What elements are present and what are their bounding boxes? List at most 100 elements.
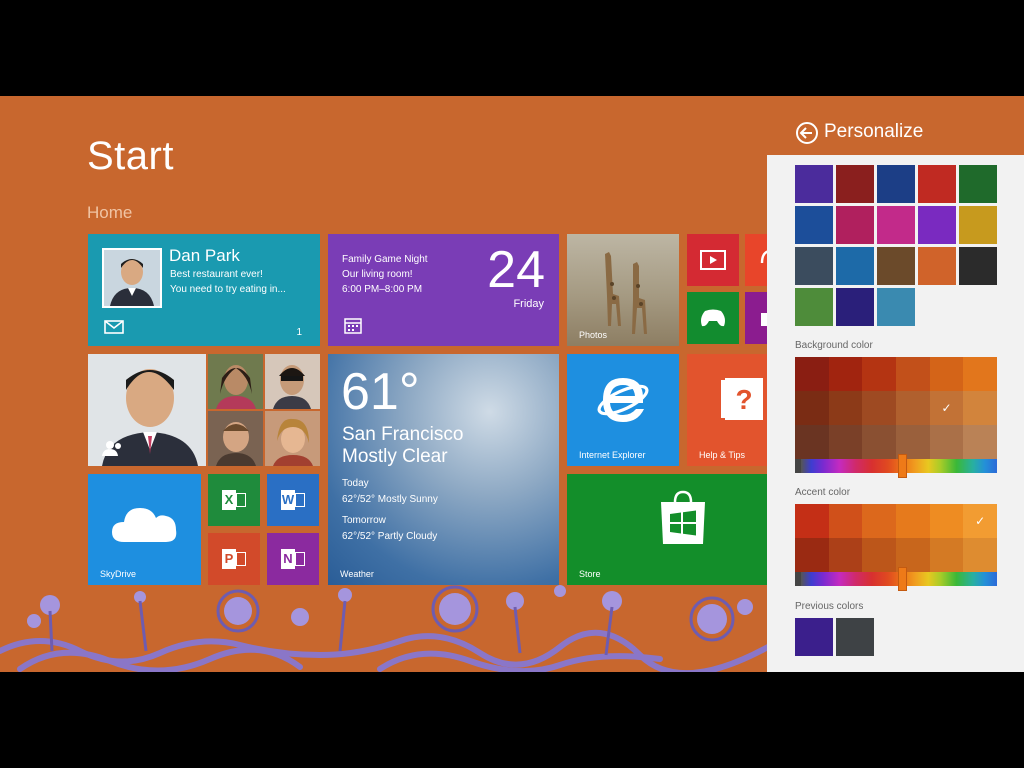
avatar	[102, 248, 162, 308]
accent-hue-slider[interactable]	[795, 572, 997, 586]
word-tile[interactable]: W	[267, 474, 319, 526]
pattern-option[interactable]	[795, 206, 833, 244]
pattern-option[interactable]	[877, 288, 915, 326]
color-swatch[interactable]	[828, 425, 863, 459]
pattern-option[interactable]	[959, 165, 997, 203]
color-swatch[interactable]	[795, 425, 829, 459]
mail-tile[interactable]: Dan Park Best restaurant ever! You need …	[88, 234, 320, 346]
pattern-option[interactable]	[877, 206, 915, 244]
accent-color-label: Accent color	[795, 487, 851, 498]
calendar-weekday: Friday	[513, 298, 544, 310]
previous-colors-label: Previous colors	[795, 601, 864, 612]
color-swatch[interactable]	[795, 504, 829, 538]
contact-name: Dan Park	[169, 246, 240, 265]
color-swatch[interactable]	[929, 425, 964, 459]
color-swatch[interactable]	[828, 357, 863, 391]
svg-text:?: ?	[735, 384, 752, 415]
forecast-tomorrow: 62°/52° Partly Cloudy	[342, 531, 438, 542]
store-tile[interactable]: Store	[567, 474, 799, 585]
color-swatch[interactable]	[862, 504, 896, 538]
pattern-option[interactable]	[877, 165, 915, 203]
onenote-tile[interactable]: N	[267, 533, 319, 585]
group-title-home[interactable]: Home	[87, 203, 132, 223]
skydrive-tile[interactable]: SkyDrive	[88, 474, 201, 585]
previous-color-swatch[interactable]	[795, 618, 833, 656]
pattern-option[interactable]	[918, 165, 956, 203]
color-swatch[interactable]	[828, 391, 863, 425]
calendar-day: 24	[487, 241, 545, 299]
weather-tile[interactable]: 61° San Francisco Mostly Clear Today 62°…	[328, 354, 559, 585]
back-button[interactable]	[796, 122, 818, 144]
pattern-option[interactable]	[836, 288, 874, 326]
color-swatch[interactable]	[896, 504, 930, 538]
pattern-option[interactable]	[795, 288, 833, 326]
onenote-icon: N	[281, 549, 305, 569]
people-tile[interactable]	[88, 354, 206, 466]
color-swatch[interactable]	[862, 538, 896, 572]
background-hue-thumb[interactable]	[898, 454, 908, 478]
color-swatch[interactable]	[963, 425, 997, 459]
games-tile[interactable]	[687, 292, 739, 344]
word-icon: W	[281, 490, 305, 510]
contact-photo[interactable]	[265, 411, 320, 466]
color-swatch[interactable]: ✓	[929, 391, 964, 425]
color-swatch[interactable]	[929, 357, 964, 391]
contact-photo[interactable]	[265, 354, 320, 409]
color-swatch[interactable]	[896, 357, 930, 391]
calendar-tile[interactable]: Family Game Night Our living room! 6:00 …	[328, 234, 559, 346]
color-swatch[interactable]	[896, 391, 930, 425]
excel-icon: X	[222, 490, 246, 510]
personalize-pane: Personalize Background color ✓ Accent co…	[767, 96, 1024, 672]
back-arrow-icon	[799, 127, 812, 139]
event-location: Our living room!	[342, 269, 413, 280]
video-tile[interactable]	[687, 234, 739, 286]
contact-photo[interactable]	[208, 411, 263, 466]
background-hue-slider[interactable]	[795, 459, 997, 473]
pattern-option[interactable]	[918, 206, 956, 244]
weather-condition: Mostly Clear	[342, 446, 448, 467]
color-swatch[interactable]	[929, 538, 964, 572]
pattern-option[interactable]	[918, 247, 956, 285]
cloud-icon	[112, 508, 177, 542]
forecast-tomorrow-label: Tomorrow	[342, 515, 386, 526]
color-swatch[interactable]	[963, 538, 997, 572]
pattern-option[interactable]	[836, 206, 874, 244]
pattern-option[interactable]	[795, 247, 833, 285]
color-swatch[interactable]	[828, 504, 863, 538]
mail-icon	[104, 320, 124, 334]
unread-count-badge: 1	[296, 327, 302, 338]
pattern-option[interactable]	[836, 247, 874, 285]
contact-photo[interactable]	[208, 354, 263, 409]
color-swatch[interactable]	[795, 538, 829, 572]
excel-tile[interactable]: X	[208, 474, 260, 526]
pattern-option[interactable]	[795, 165, 833, 203]
color-swatch[interactable]	[963, 357, 997, 391]
color-swatch[interactable]	[929, 504, 964, 538]
internet-explorer-tile[interactable]: Internet Explorer	[567, 354, 679, 466]
tile-label: Photos	[579, 330, 608, 340]
tile-label: Store	[579, 569, 601, 579]
pattern-option[interactable]	[959, 247, 997, 285]
powerpoint-tile[interactable]: P	[208, 533, 260, 585]
color-swatch[interactable]	[795, 357, 829, 391]
background-color-grid: ✓	[795, 357, 997, 459]
pattern-option[interactable]	[877, 247, 915, 285]
color-swatch[interactable]	[963, 391, 997, 425]
color-swatch[interactable]	[862, 391, 896, 425]
event-title: Family Game Night	[342, 254, 428, 265]
tile-label: Help & Tips	[699, 450, 746, 460]
checkmark-icon: ✓	[941, 401, 952, 415]
pattern-option[interactable]	[959, 206, 997, 244]
color-swatch[interactable]	[828, 538, 863, 572]
previous-color-swatch[interactable]	[836, 618, 874, 656]
accent-hue-thumb[interactable]	[898, 567, 908, 591]
color-swatch[interactable]	[862, 425, 896, 459]
color-swatch[interactable]: ✓	[963, 504, 997, 538]
color-swatch[interactable]	[862, 357, 896, 391]
photos-tile[interactable]: Photos	[567, 234, 679, 346]
color-swatch[interactable]	[795, 391, 829, 425]
pane-header: Personalize	[767, 96, 1024, 155]
people-icon	[102, 441, 121, 456]
pattern-option[interactable]	[836, 165, 874, 203]
weather-city: San Francisco	[342, 424, 464, 445]
